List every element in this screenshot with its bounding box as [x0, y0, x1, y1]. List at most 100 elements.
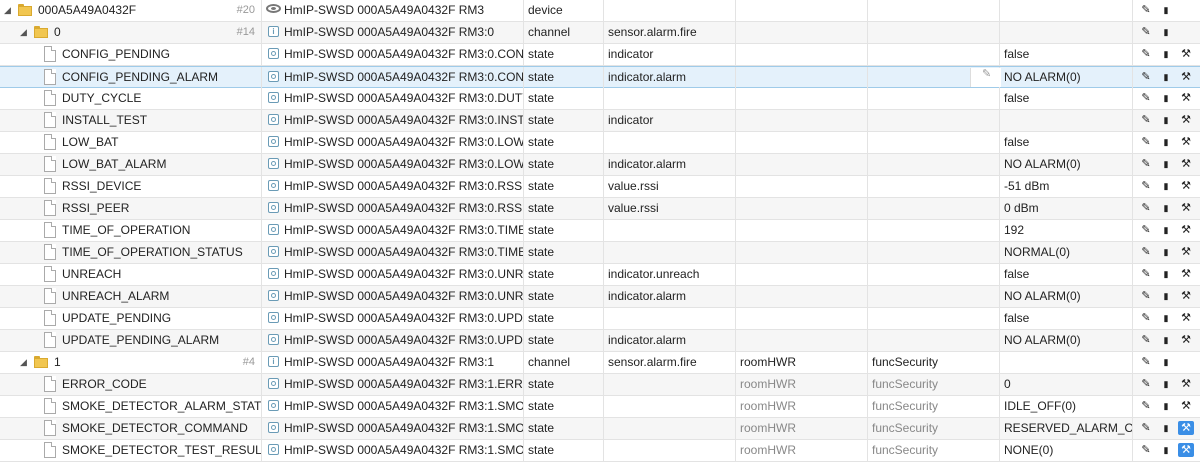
channel-row[interactable]: ◢ 1 #4 i HmIP-SWSD 000A5A49A0432F RM3:1 chann…	[0, 352, 1200, 374]
object-value[interactable]: -51 dBm	[1000, 176, 1133, 197]
object-value[interactable]: NO ALARM(0)	[1000, 330, 1133, 351]
object-value[interactable]: 0	[1000, 374, 1133, 395]
trash-icon[interactable]: ▮	[1159, 91, 1173, 105]
pencil-icon[interactable]: ✎	[1139, 377, 1153, 391]
object-value[interactable]	[1000, 0, 1133, 21]
wrench-icon[interactable]: ⚒	[1178, 377, 1194, 391]
object-value[interactable]: IDLE_OFF(0)	[1000, 396, 1133, 417]
collapse-arrow-icon[interactable]: ◢	[4, 0, 11, 21]
pencil-icon[interactable]: ✎	[1139, 113, 1153, 127]
object-value[interactable]: 0 dBm	[1000, 198, 1133, 219]
object-value[interactable]	[1000, 352, 1133, 373]
state-row[interactable]: UNREACH HmIP-SWSD 000A5A49A0432F RM3:0.UN…	[0, 264, 1200, 286]
state-row[interactable]: UPDATE_PENDING_ALARM HmIP-SWSD 000A5A49A0…	[0, 330, 1200, 352]
trash-icon[interactable]: ▮	[1159, 355, 1173, 369]
pencil-icon[interactable]: ✎	[1139, 443, 1153, 457]
object-value[interactable]: false	[1000, 132, 1133, 153]
state-row[interactable]: SMOKE_DETECTOR_ALARM_STATUS HmIP-SWSD 000…	[0, 396, 1200, 418]
trash-icon[interactable]: ▮	[1159, 157, 1173, 171]
state-row[interactable]: LOW_BAT HmIP-SWSD 000A5A49A0432F RM3:0.LO…	[0, 132, 1200, 154]
object-value[interactable]: NO ALARM(0)	[1000, 154, 1133, 175]
object-value[interactable]: false	[1000, 88, 1133, 109]
trash-icon[interactable]: ▮	[1159, 443, 1173, 457]
state-row[interactable]: UPDATE_PENDING HmIP-SWSD 000A5A49A0432F R…	[0, 308, 1200, 330]
inline-edit-icon[interactable]: ✎	[982, 67, 991, 80]
object-value[interactable]: NORMAL(0)	[1000, 242, 1133, 263]
pencil-icon[interactable]: ✎	[1139, 421, 1153, 435]
wrench-icon[interactable]: ⚒	[1178, 289, 1194, 303]
object-value[interactable]: NO ALARM(0)	[1000, 67, 1133, 88]
state-row[interactable]: RSSI_DEVICE HmIP-SWSD 000A5A49A0432F RM3:…	[0, 176, 1200, 198]
wrench-icon[interactable]: ⚒	[1178, 311, 1194, 325]
wrench-icon[interactable]: ⚒	[1178, 421, 1194, 435]
wrench-icon[interactable]: ⚒	[1178, 267, 1194, 281]
channel-row[interactable]: ◢ 0 #14 i HmIP-SWSD 000A5A49A0432F RM3:0 chan…	[0, 22, 1200, 44]
wrench-icon[interactable]: ⚒	[1178, 443, 1194, 457]
state-row[interactable]: CONFIG_PENDING HmIP-SWSD 000A5A49A0432F R…	[0, 44, 1200, 66]
trash-icon[interactable]: ▮	[1159, 399, 1173, 413]
wrench-icon[interactable]: ⚒	[1178, 113, 1194, 127]
trash-icon[interactable]: ▮	[1159, 267, 1173, 281]
pencil-icon[interactable]: ✎	[1139, 135, 1153, 149]
wrench-icon[interactable]: ⚒	[1178, 201, 1194, 215]
wrench-icon[interactable]: ⚒	[1178, 91, 1194, 105]
pencil-icon[interactable]: ✎	[1139, 157, 1153, 171]
state-row[interactable]: TIME_OF_OPERATION HmIP-SWSD 000A5A49A0432…	[0, 220, 1200, 242]
trash-icon[interactable]: ▮	[1159, 25, 1173, 39]
state-row[interactable]: ERROR_CODE HmIP-SWSD 000A5A49A0432F RM3:1…	[0, 374, 1200, 396]
pencil-icon[interactable]: ✎	[1139, 333, 1153, 347]
trash-icon[interactable]: ▮	[1159, 333, 1173, 347]
wrench-icon[interactable]: ⚒	[1178, 179, 1194, 193]
trash-icon[interactable]: ▮	[1159, 223, 1173, 237]
device-row[interactable]: ◢ 000A5A49A0432F #20 HmIP-SWSD 000A5A49A043…	[0, 0, 1200, 22]
pencil-icon[interactable]: ✎	[1139, 399, 1153, 413]
pencil-icon[interactable]: ✎	[1139, 311, 1153, 325]
state-row[interactable]: DUTY_CYCLE HmIP-SWSD 000A5A49A0432F RM3:0…	[0, 88, 1200, 110]
object-value[interactable]: false	[1000, 308, 1133, 329]
collapse-arrow-icon[interactable]: ◢	[20, 22, 27, 43]
state-row[interactable]: UNREACH_ALARM HmIP-SWSD 000A5A49A0432F RM…	[0, 286, 1200, 308]
pencil-icon[interactable]: ✎	[1139, 91, 1153, 105]
wrench-icon[interactable]: ⚒	[1178, 47, 1194, 61]
state-row[interactable]: LOW_BAT_ALARM HmIP-SWSD 000A5A49A0432F RM…	[0, 154, 1200, 176]
wrench-icon[interactable]: ⚒	[1178, 333, 1194, 347]
trash-icon[interactable]: ▮	[1159, 377, 1173, 391]
trash-icon[interactable]: ▮	[1159, 311, 1173, 325]
object-value[interactable]: false	[1000, 44, 1133, 65]
wrench-icon[interactable]: ⚒	[1178, 399, 1194, 413]
wrench-icon[interactable]: ⚒	[1178, 70, 1194, 84]
object-value[interactable]: RESERVED_ALARM_OFF(0	[1000, 418, 1133, 439]
pencil-icon[interactable]: ✎	[1139, 267, 1153, 281]
pencil-icon[interactable]: ✎	[1139, 355, 1153, 369]
pencil-icon[interactable]: ✎	[1139, 245, 1153, 259]
object-value[interactable]	[1000, 110, 1133, 131]
state-row[interactable]: SMOKE_DETECTOR_TEST_RESULT HmIP-SWSD 000A…	[0, 440, 1200, 462]
state-row[interactable]: SMOKE_DETECTOR_COMMAND HmIP-SWSD 000A5A49…	[0, 418, 1200, 440]
trash-icon[interactable]: ▮	[1159, 70, 1173, 84]
state-row[interactable]: RSSI_PEER HmIP-SWSD 000A5A49A0432F RM3:0.…	[0, 198, 1200, 220]
pencil-icon[interactable]: ✎	[1139, 201, 1153, 215]
pencil-icon[interactable]: ✎	[1139, 47, 1153, 61]
pencil-icon[interactable]: ✎	[1139, 3, 1153, 17]
collapse-arrow-icon[interactable]: ◢	[20, 352, 27, 373]
wrench-icon[interactable]: ⚒	[1178, 135, 1194, 149]
trash-icon[interactable]: ▮	[1159, 113, 1173, 127]
state-row[interactable]: INSTALL_TEST HmIP-SWSD 000A5A49A0432F RM3…	[0, 110, 1200, 132]
trash-icon[interactable]: ▮	[1159, 47, 1173, 61]
pencil-icon[interactable]: ✎	[1139, 70, 1153, 84]
pencil-icon[interactable]: ✎	[1139, 223, 1153, 237]
object-value[interactable]: 192	[1000, 220, 1133, 241]
trash-icon[interactable]: ▮	[1159, 289, 1173, 303]
pencil-icon[interactable]: ✎	[1139, 289, 1153, 303]
pencil-icon[interactable]: ✎	[1139, 25, 1153, 39]
wrench-icon[interactable]: ⚒	[1178, 157, 1194, 171]
trash-icon[interactable]: ▮	[1159, 201, 1173, 215]
state-row[interactable]: TIME_OF_OPERATION_STATUS HmIP-SWSD 000A5A…	[0, 242, 1200, 264]
trash-icon[interactable]: ▮	[1159, 421, 1173, 435]
trash-icon[interactable]: ▮	[1159, 3, 1173, 17]
object-value[interactable]: NO ALARM(0)	[1000, 286, 1133, 307]
wrench-icon[interactable]: ⚒	[1178, 245, 1194, 259]
trash-icon[interactable]: ▮	[1159, 245, 1173, 259]
state-row[interactable]: CONFIG_PENDING_ALARM HmIP-SWSD 000A5A49A0…	[0, 66, 1200, 88]
object-value[interactable]	[1000, 22, 1133, 43]
